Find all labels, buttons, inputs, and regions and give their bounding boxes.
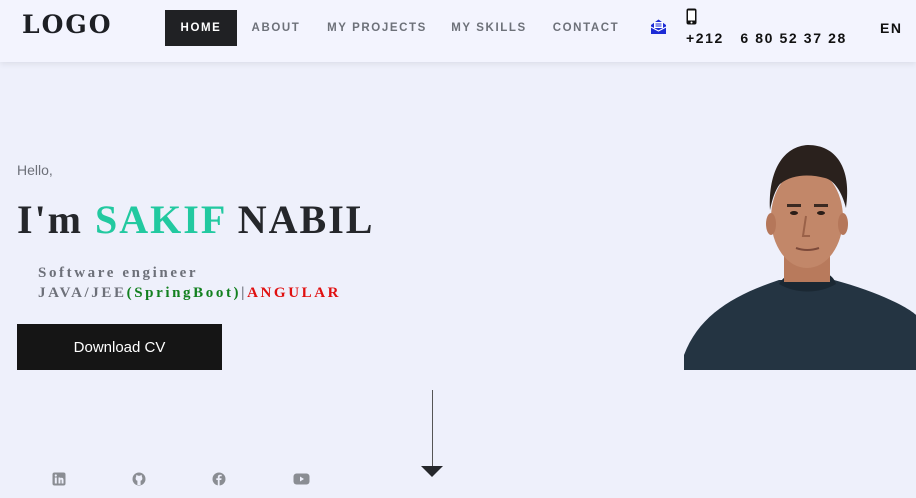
greeting: Hello, [17,162,53,178]
scroll-down-arrow-icon[interactable] [421,466,443,477]
stack-main: JAVA/JEE [38,285,127,301]
last-name: NABIL [237,197,375,242]
linkedin-icon[interactable] [52,472,66,486]
phone-number[interactable]: +212 6 80 52 37 28 [686,30,847,46]
nav-my-projects[interactable]: MY PROJECTS [322,10,432,46]
navbar: LOGO HOME ABOUT MY PROJECTS MY SKILLS CO… [0,0,916,62]
youtube-icon[interactable] [293,472,310,486]
download-cv-button[interactable]: Download CV [17,324,222,370]
tech-stack: JAVA/JEE(SpringBoot)|ANGULAR [38,285,341,302]
facebook-icon[interactable] [212,472,226,486]
scroll-line [432,390,433,467]
stack-frontend: ANGULAR [247,285,342,301]
nav-my-skills[interactable]: MY SKILLS [446,10,532,46]
first-name: SAKIF [95,197,226,242]
stack-framework: (SpringBoot) [126,285,242,301]
job-title: Software engineer [38,265,199,281]
hero-headline: I'm SAKIF NABIL [17,196,374,243]
headline-im: I'm [17,197,83,242]
nav-contact[interactable]: CONTACT [546,10,626,46]
envelope-open-icon[interactable] [650,18,667,35]
language-switcher[interactable]: EN [880,20,902,36]
profile-photo [684,140,916,370]
nav-about[interactable]: ABOUT [246,10,306,46]
nav-home[interactable]: HOME [165,10,237,46]
github-icon[interactable] [132,472,146,486]
logo[interactable]: LOGO [22,10,112,39]
mobile-phone-icon [686,8,697,25]
